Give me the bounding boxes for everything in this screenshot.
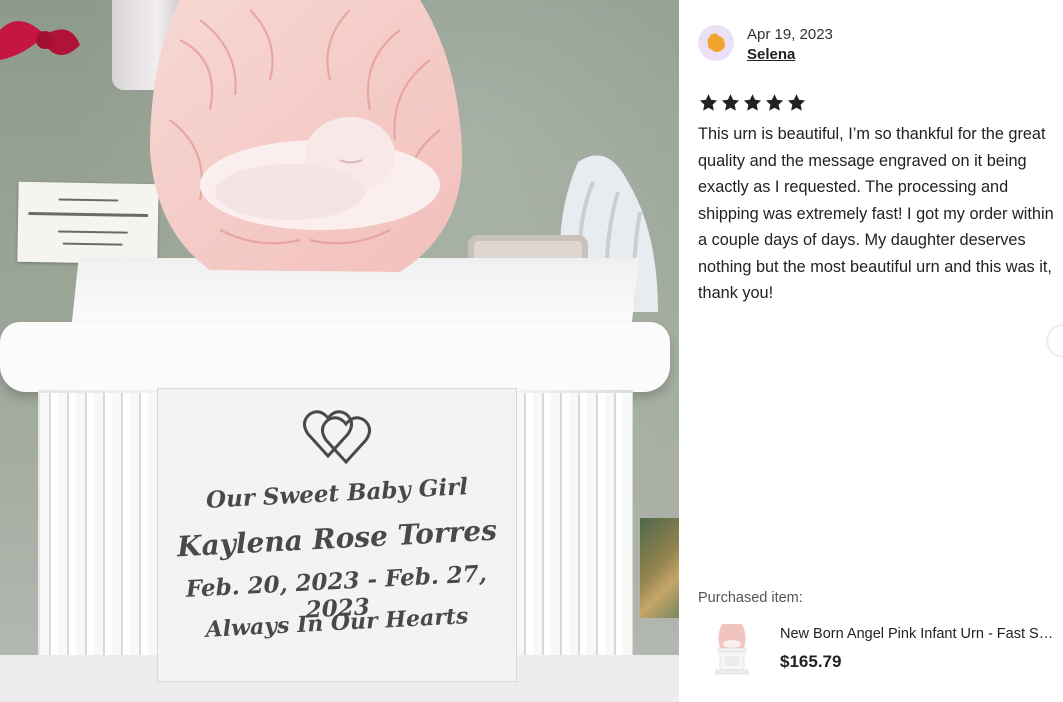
plaque-line-2: Kaylena Rose Torres	[176, 513, 498, 564]
sleeping-baby-angel-icon	[150, 0, 463, 272]
star-icon	[699, 94, 718, 111]
double-heart-icon	[303, 410, 371, 464]
star-icon	[743, 94, 762, 111]
urn-column-right	[515, 393, 633, 693]
reviewer-avatar-icon	[707, 33, 726, 52]
urn-lid	[0, 322, 670, 392]
review-photo[interactable]: Our Sweet Baby Girl Kaylena Rose Torres …	[0, 0, 679, 702]
reviewer-name-link[interactable]: Selena	[747, 46, 795, 63]
purchased-item-price: $165.79	[780, 652, 842, 671]
plaque-line-1: Our Sweet Baby Girl	[205, 473, 469, 514]
shelf-ornament	[640, 518, 679, 618]
avatar[interactable]	[698, 25, 734, 61]
engraved-plaque: Our Sweet Baby Girl Kaylena Rose Torres …	[157, 388, 517, 682]
review-text: This urn is beautiful, I’m so thankful f…	[698, 125, 1054, 302]
purchased-item-title[interactable]: New Born Angel Pink Infant Urn - Fast Sh…	[780, 626, 1055, 642]
urn-column-left	[40, 393, 158, 693]
star-icon	[765, 94, 784, 111]
review-date: Apr 19, 2023	[747, 26, 833, 43]
star-rating	[698, 93, 807, 113]
star-icon	[721, 94, 740, 111]
purchased-item-link[interactable]: New Born Angel Pink Infant Urn - Fast Sh…	[698, 620, 1058, 680]
review-panel: Apr 19, 2023 Selena This urn is beautifu…	[679, 0, 1063, 702]
purchased-item-label: Purchased item:	[698, 590, 803, 606]
product-thumbnail[interactable]	[712, 622, 752, 676]
star-icon	[787, 94, 806, 111]
red-bow-decoration	[0, 21, 80, 60]
memorial-card	[17, 181, 159, 265]
